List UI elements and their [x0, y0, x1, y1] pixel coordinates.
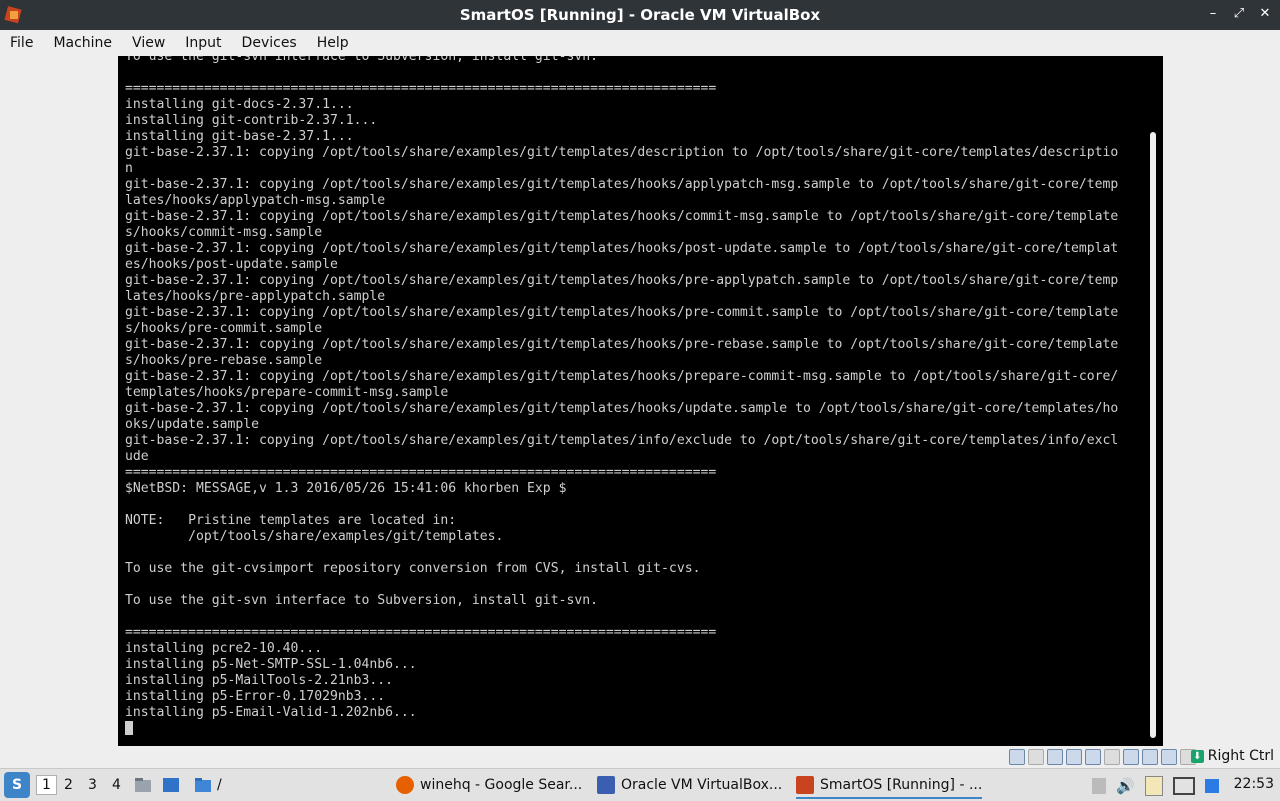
terminal-line: installing git-docs-2.37.1... [125, 97, 354, 112]
terminal-line: templates/hooks/prepare-commit-msg.sampl… [125, 385, 449, 400]
menu-input[interactable]: Input [175, 35, 231, 51]
task-smartos[interactable]: SmartOS [Running] - ... [796, 773, 983, 799]
workspace-4[interactable]: 4 [112, 777, 121, 793]
terminal-line: installing p5-Net-SMTP-SSL-1.04nb6... [125, 657, 417, 672]
terminal-line: /opt/tools/share/examples/git/templates. [125, 529, 504, 544]
terminal-line: To use the git-svn interface to Subversi… [125, 593, 598, 608]
terminal-line: s/hooks/pre-rebase.sample [125, 353, 323, 368]
terminal-line: lates/hooks/pre-applypatch.sample [125, 289, 386, 304]
menu-help[interactable]: Help [307, 35, 359, 51]
terminal-line: git-base-2.37.1: copying /opt/tools/shar… [125, 369, 1119, 384]
volume-icon[interactable]: 🔊 [1116, 777, 1135, 795]
terminal-line: git-base-2.37.1: copying /opt/tools/shar… [125, 273, 1119, 288]
vm-status-bar: ⬇ Right Ctrl [0, 746, 1280, 768]
audio-icon[interactable] [1047, 749, 1063, 765]
terminal-line: ========================================… [125, 465, 717, 480]
file-manager-icon[interactable] [134, 777, 152, 793]
terminal-line: installing git-contrib-2.37.1... [125, 113, 378, 128]
terminal-line: ========================================… [125, 625, 717, 640]
workspace-3[interactable]: 3 [88, 777, 97, 793]
menu-machine[interactable]: Machine [43, 35, 122, 51]
terminal-line: git-base-2.37.1: copying /opt/tools/shar… [125, 177, 1119, 192]
terminal-line: $NetBSD: MESSAGE,v 1.3 2016/05/26 15:41:… [125, 481, 567, 496]
terminal-line: installing p5-Error-0.17029nb3... [125, 689, 386, 704]
tray-notification-icon[interactable] [1092, 778, 1106, 794]
host-key-arrow-icon: ⬇ [1190, 749, 1204, 763]
task-label: Oracle VM VirtualBox... [621, 777, 783, 793]
terminal-line: To use the git-svn interface to Subversi… [125, 56, 598, 64]
terminal-line: installing p5-MailTools-2.21nb3... [125, 673, 394, 688]
terminal-line: s/hooks/commit-msg.sample [125, 225, 323, 240]
workspace-1[interactable]: 1 [36, 775, 57, 795]
network-icon[interactable] [1066, 749, 1082, 765]
menu-view[interactable]: View [122, 35, 175, 51]
usb-icon[interactable] [1085, 749, 1101, 765]
optical-drive-icon[interactable] [1028, 749, 1044, 765]
terminal-cursor [125, 721, 133, 735]
window-titlebar: SmartOS [Running] - Oracle VM VirtualBox… [0, 0, 1280, 30]
clipboard-icon[interactable] [1144, 776, 1163, 796]
clock[interactable]: 22:53 [1234, 776, 1274, 792]
menu-devices[interactable]: Devices [232, 35, 307, 51]
terminal-line: NOTE: Pristine templates are located in: [125, 513, 457, 528]
terminal-line: To use the git-cvsimport repository conv… [125, 561, 701, 576]
display-settings-icon[interactable] [1172, 777, 1195, 795]
window-title: SmartOS [Running] - Oracle VM VirtualBox [459, 6, 821, 24]
menu-file[interactable]: File [0, 35, 43, 51]
vm-screen[interactable]: To use the git-svn interface to Subversi… [118, 56, 1163, 746]
workspace-2[interactable]: 2 [64, 777, 73, 793]
virtualbox-manager-icon [597, 776, 615, 794]
task-firefox[interactable]: winehq - Google Sear... [396, 773, 582, 797]
terminal-line: es/hooks/post-update.sample [125, 257, 338, 272]
taskbar: S 1 2 3 4 / winehq - Google Sear... Orac… [0, 768, 1280, 801]
terminal-line: installing git-base-2.37.1... [125, 129, 354, 144]
hard-disk-icon[interactable] [1009, 749, 1025, 765]
start-menu-button[interactable]: S [4, 772, 30, 798]
terminal-line: git-base-2.37.1: copying /opt/tools/shar… [125, 145, 1119, 160]
terminal-line: installing p5-Email-Valid-1.202nb6... [125, 705, 417, 720]
minimize-icon[interactable]: – [1206, 6, 1220, 21]
bluetooth-icon[interactable] [1204, 779, 1219, 793]
host-key-indicator[interactable]: ⬇ Right Ctrl [1190, 748, 1274, 764]
terminal-line: git-base-2.37.1: copying /opt/tools/shar… [125, 433, 1119, 448]
cpu-icon[interactable] [1161, 749, 1177, 765]
task-label: winehq - Google Sear... [420, 777, 583, 793]
task-virtualbox-manager[interactable]: Oracle VM VirtualBox... [597, 773, 782, 797]
terminal-line: git-base-2.37.1: copying /opt/tools/shar… [125, 401, 1119, 416]
close-icon[interactable]: ✕ [1258, 6, 1272, 21]
folder-path-label[interactable]: / [217, 777, 222, 793]
host-key-label: Right Ctrl [1207, 748, 1274, 764]
terminal-line: git-base-2.37.1: copying /opt/tools/shar… [125, 337, 1119, 352]
terminal-output: To use the git-svn interface to Subversi… [125, 56, 1118, 738]
recording-icon[interactable] [1142, 749, 1158, 765]
terminal-line: s/hooks/pre-commit.sample [125, 321, 323, 336]
shared-folders-icon[interactable] [1104, 749, 1120, 765]
vm-scrollbar[interactable] [1150, 132, 1156, 738]
desktop-icon[interactable] [162, 777, 180, 793]
terminal-line: oks/update.sample [125, 417, 260, 432]
firefox-icon [396, 776, 414, 794]
restore-icon[interactable]: ⤢ [1232, 6, 1246, 21]
terminal-line: lates/hooks/applypatch-msg.sample [125, 193, 386, 208]
terminal-line: ude [125, 449, 149, 464]
task-label: SmartOS [Running] - ... [820, 777, 983, 793]
terminal-line: ========================================… [125, 81, 717, 96]
terminal-line: n [125, 161, 133, 176]
terminal-line: git-base-2.37.1: copying /opt/tools/shar… [125, 241, 1119, 256]
terminal-line: git-base-2.37.1: copying /opt/tools/shar… [125, 305, 1119, 320]
folder-icon[interactable] [194, 777, 212, 793]
menu-bar: File Machine View Input Devices Help [0, 30, 1280, 56]
terminal-line: installing pcre2-10.40... [125, 641, 323, 656]
terminal-line: git-base-2.37.1: copying /opt/tools/shar… [125, 209, 1119, 224]
smartos-vm-icon [796, 776, 814, 794]
display-icon[interactable] [1123, 749, 1139, 765]
